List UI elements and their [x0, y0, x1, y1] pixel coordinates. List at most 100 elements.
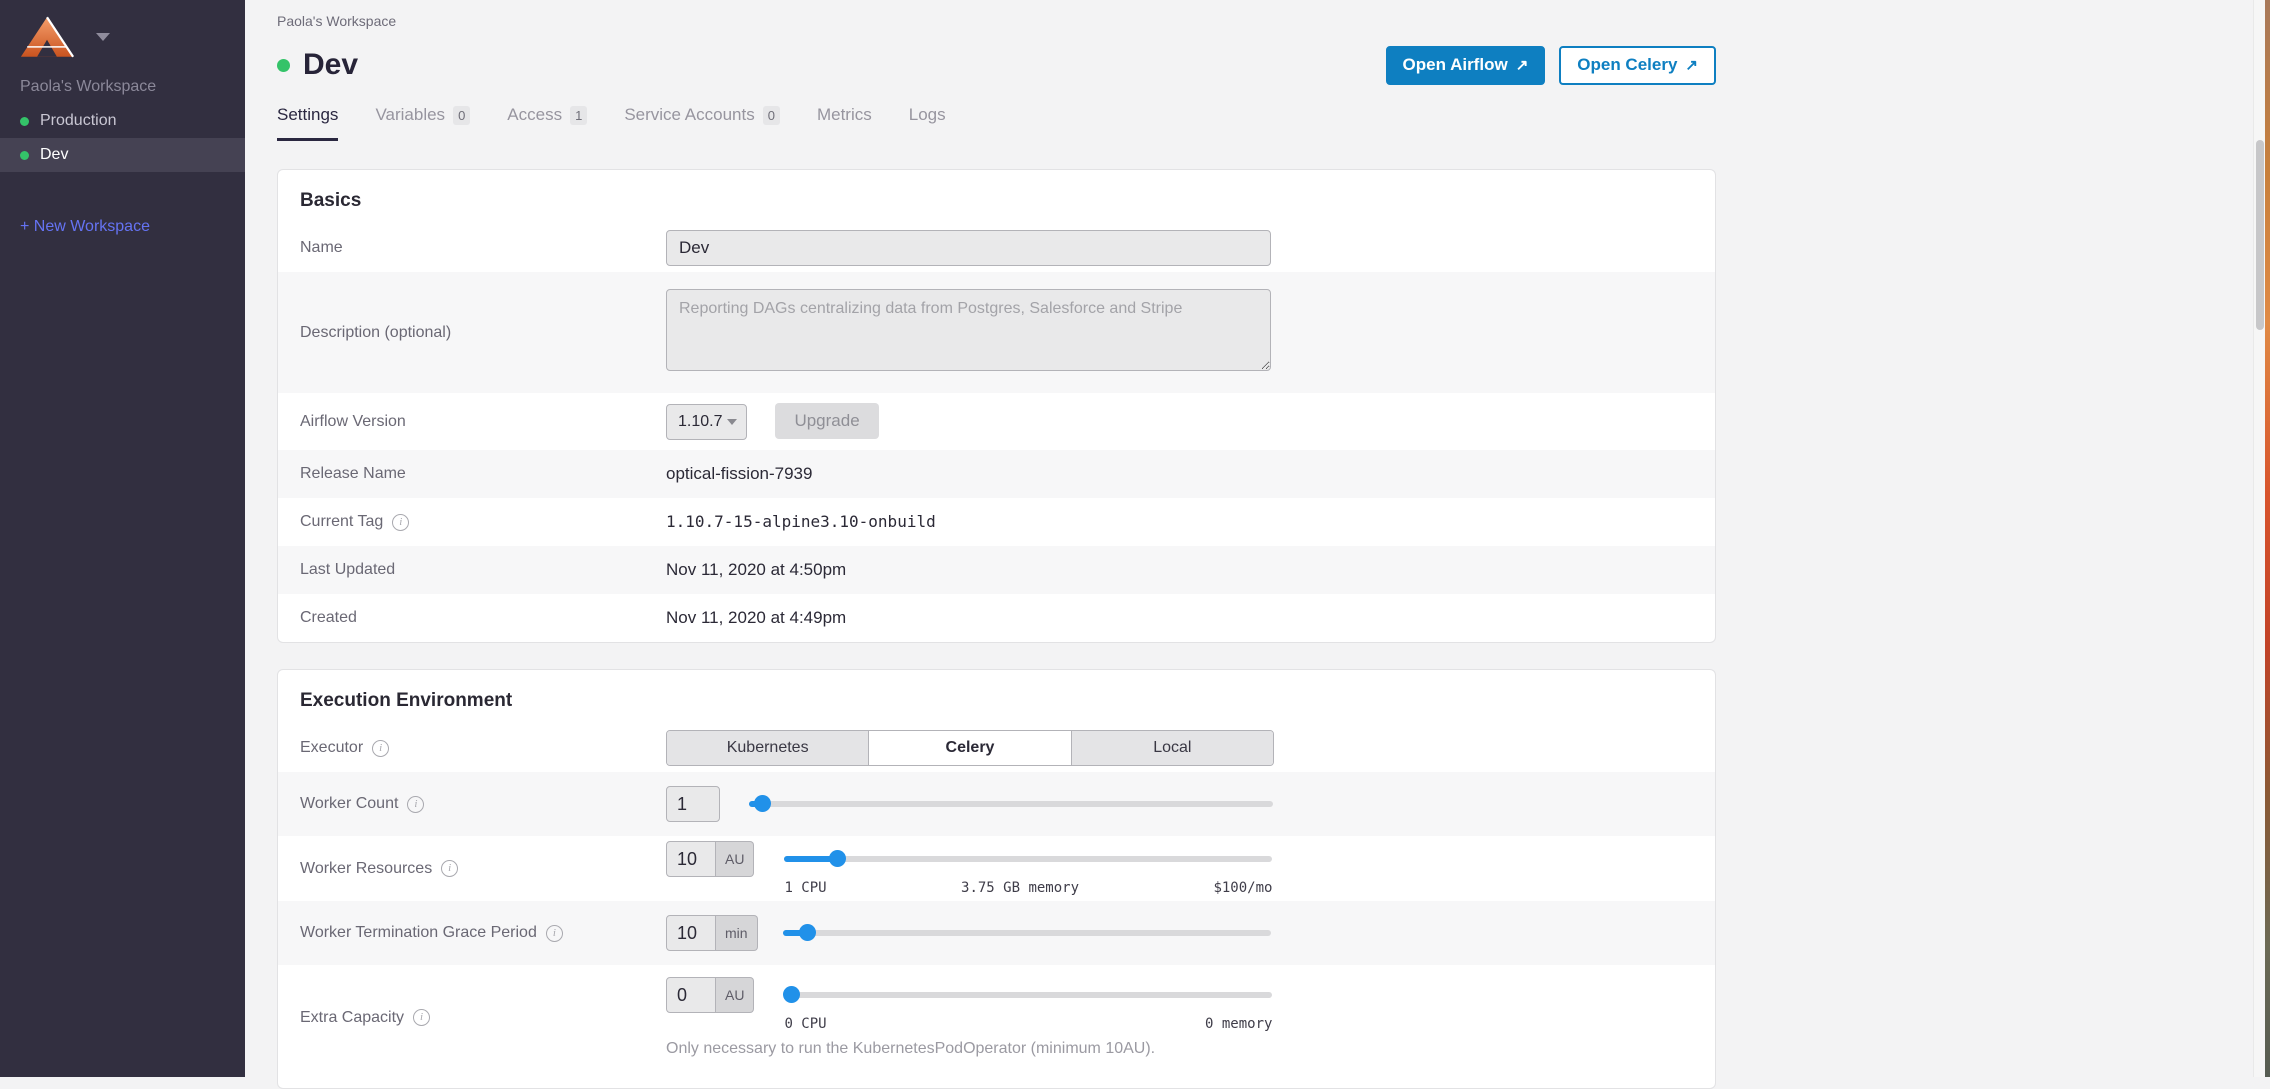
page-header: Dev Open Airflow ↗ Open Celery ↗: [277, 44, 1716, 86]
name-input[interactable]: [666, 230, 1271, 266]
sidebar-item-label: Production: [40, 112, 117, 130]
current-tag-value: 1.10.7-15-alpine3.10-onbuild: [666, 512, 936, 531]
description-row: Description (optional): [278, 272, 1715, 393]
worker-resources-slider[interactable]: [784, 841, 1272, 877]
grace-period-unit: min: [716, 915, 758, 951]
worker-resources-row: Worker Resources i AU: [278, 836, 1715, 901]
tab-variables[interactable]: Variables 0: [375, 105, 470, 141]
external-link-icon: ↗: [1516, 56, 1529, 74]
extra-capacity-slider[interactable]: [784, 977, 1272, 1013]
slider-handle[interactable]: [754, 795, 771, 812]
scale-cpu: 1 CPU: [784, 880, 826, 896]
breadcrumb: Paola's Workspace: [277, 13, 1716, 29]
tab-settings[interactable]: Settings: [277, 105, 338, 141]
executor-label: Executor: [300, 739, 363, 757]
open-airflow-button[interactable]: Open Airflow ↗: [1386, 46, 1546, 85]
description-textarea[interactable]: [666, 289, 1271, 371]
chevron-down-icon[interactable]: [96, 33, 110, 41]
worker-count-row: Worker Count i: [278, 772, 1715, 836]
extra-capacity-help: Only necessary to run the KubernetesPodO…: [666, 1040, 1693, 1058]
sidebar-item-label: Dev: [40, 146, 68, 164]
main-content: Paola's Workspace Dev Open Airflow ↗ Ope…: [245, 0, 2254, 1077]
extra-capacity-label: Extra Capacity: [300, 1009, 404, 1027]
tab-badge: 0: [453, 106, 470, 125]
slider-handle[interactable]: [783, 986, 800, 1003]
scale-memory: 0 memory: [1205, 1016, 1272, 1032]
airflow-version-select[interactable]: 1.10.7: [666, 404, 747, 440]
status-dot-icon: [20, 151, 29, 160]
last-updated-value: Nov 11, 2020 at 4:50pm: [666, 560, 846, 579]
upgrade-button[interactable]: Upgrade: [775, 403, 878, 439]
external-link-icon: ↗: [1685, 56, 1698, 74]
open-airflow-label: Open Airflow: [1403, 55, 1508, 75]
worker-count-label: Worker Count: [300, 795, 398, 813]
worker-resources-input[interactable]: [666, 841, 716, 877]
created-label: Created: [300, 609, 357, 627]
sidebar-item-dev[interactable]: Dev: [0, 138, 245, 172]
name-row: Name: [278, 224, 1715, 272]
tab-metrics[interactable]: Metrics: [817, 105, 872, 141]
release-name-value: optical-fission-7939: [666, 464, 812, 483]
slider-track: [783, 930, 1271, 936]
slider-track: [784, 856, 1272, 862]
scrollbar[interactable]: [2253, 0, 2265, 1077]
executor-option-celery[interactable]: Celery: [869, 731, 1071, 765]
tab-label: Variables: [375, 105, 445, 125]
open-celery-button[interactable]: Open Celery ↗: [1559, 46, 1716, 85]
current-tag-row: Current Tag i 1.10.7-15-alpine3.10-onbui…: [278, 498, 1715, 546]
executor-segmented-control: Kubernetes Celery Local: [666, 730, 1274, 766]
release-name-label: Release Name: [300, 465, 406, 483]
slider-handle[interactable]: [799, 924, 816, 941]
new-workspace-link[interactable]: + New Workspace: [0, 210, 245, 244]
info-icon[interactable]: i: [413, 1009, 430, 1026]
chevron-down-icon: [727, 419, 737, 425]
desktop-background-strip: [2265, 0, 2270, 1077]
extra-capacity-input[interactable]: [666, 977, 716, 1013]
info-icon[interactable]: i: [546, 925, 563, 942]
slider-handle[interactable]: [829, 850, 846, 867]
slider-track: [784, 992, 1272, 998]
basics-card: Basics Name Description (optional): [277, 169, 1716, 643]
scale-price: $100/mo: [1213, 880, 1272, 896]
worker-resources-scale: 1 CPU 3.75 GB memory $100/mo: [784, 880, 1272, 896]
airflow-version-row: Airflow Version 1.10.7 Upgrade: [278, 393, 1715, 450]
created-row: Created Nov 11, 2020 at 4:49pm: [278, 594, 1715, 642]
name-label: Name: [300, 239, 343, 257]
scale-memory: 3.75 GB memory: [961, 880, 1079, 896]
worker-count-slider[interactable]: [749, 786, 1273, 822]
grace-period-input[interactable]: [666, 915, 716, 951]
sidebar-item-production[interactable]: Production: [0, 104, 245, 138]
astronomer-logo-icon[interactable]: [20, 16, 74, 58]
slider-track: [749, 801, 1273, 807]
info-icon[interactable]: i: [407, 796, 424, 813]
header-buttons: Open Airflow ↗ Open Celery ↗: [1386, 46, 1716, 85]
tab-label: Logs: [909, 105, 946, 125]
last-updated-row: Last Updated Nov 11, 2020 at 4:50pm: [278, 546, 1715, 594]
worker-resources-unit: AU: [716, 841, 754, 877]
page-title: Dev: [303, 44, 358, 86]
info-icon[interactable]: i: [372, 740, 389, 757]
extra-capacity-unit: AU: [716, 977, 754, 1013]
tab-label: Settings: [277, 105, 338, 125]
tab-access[interactable]: Access 1: [507, 105, 587, 141]
sidebar: Paola's Workspace Production Dev + New W…: [0, 0, 245, 1077]
grace-period-slider[interactable]: [783, 915, 1271, 951]
executor-option-kubernetes[interactable]: Kubernetes: [667, 731, 869, 765]
created-value: Nov 11, 2020 at 4:49pm: [666, 608, 846, 627]
tab-label: Metrics: [817, 105, 872, 125]
status-dot-icon: [20, 117, 29, 126]
info-icon[interactable]: i: [392, 514, 409, 531]
worker-count-input[interactable]: [666, 786, 720, 822]
info-icon[interactable]: i: [441, 860, 458, 877]
workspace-section-label: Paola's Workspace: [0, 64, 245, 104]
scale-cpu: 0 CPU: [784, 1016, 826, 1032]
basics-card-title: Basics: [278, 170, 1715, 224]
executor-option-local[interactable]: Local: [1072, 731, 1273, 765]
release-name-row: Release Name optical-fission-7939: [278, 450, 1715, 498]
worker-resources-label: Worker Resources: [300, 860, 432, 878]
tab-logs[interactable]: Logs: [909, 105, 946, 141]
tab-service-accounts[interactable]: Service Accounts 0: [624, 105, 780, 141]
open-celery-label: Open Celery: [1577, 55, 1677, 75]
deployment-status-dot-icon: [277, 59, 290, 72]
scrollbar-thumb[interactable]: [2256, 140, 2264, 330]
